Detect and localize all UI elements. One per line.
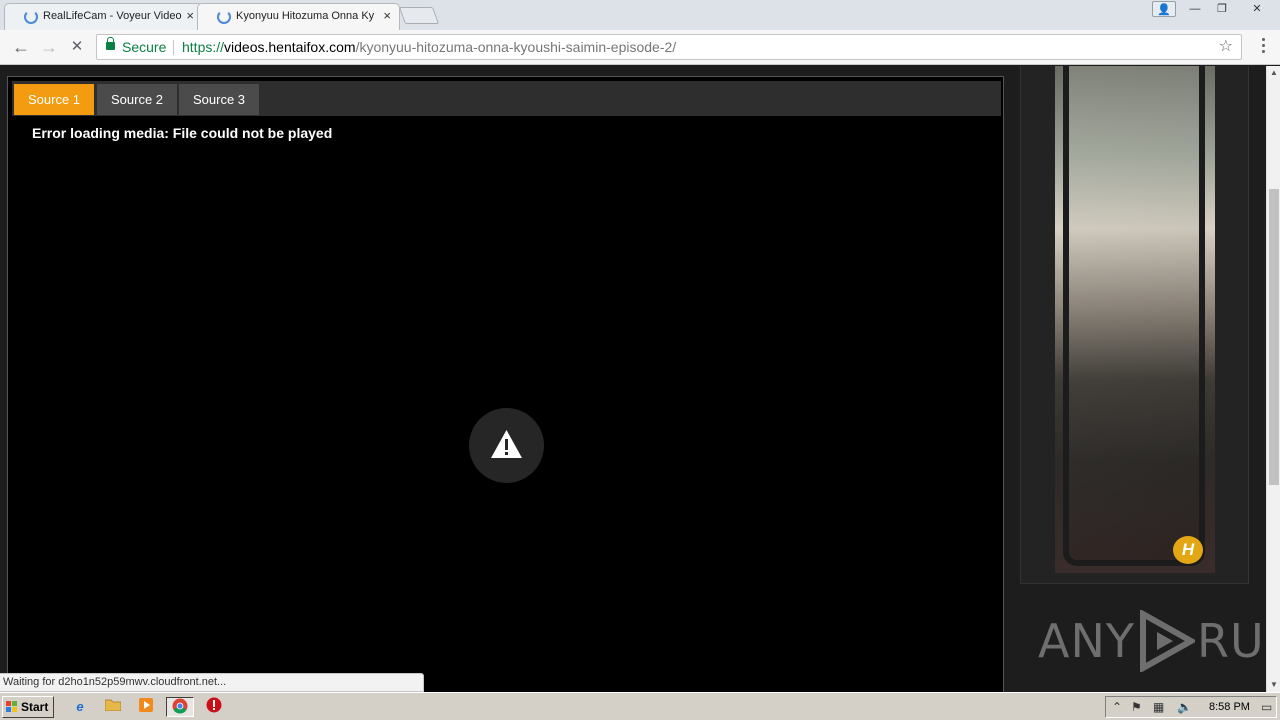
source-tab-bar: Source 1 Source 2 Source 3: [12, 81, 1001, 116]
new-tab-button[interactable]: [398, 7, 440, 24]
page-scrollbar[interactable]: ▲ ▼: [1266, 66, 1280, 692]
show-hidden-icons-icon[interactable]: ⌃: [1112, 700, 1122, 714]
sidebar-advertisement[interactable]: H: [1020, 66, 1249, 584]
browser-tab-strip: RealLifeCam - Voyeur Video × Kyonyuu Hit…: [0, 0, 1280, 30]
opera-icon[interactable]: [203, 697, 225, 717]
browser-toolbar: ← → ✕ Secure https://videos.hentaifox.co…: [0, 30, 1280, 65]
watermark-text-left: ANY: [1038, 614, 1135, 668]
windows-taskbar: Start e ⌃ ⚑ ▦ 🔈 8:58 PM ▭: [0, 692, 1280, 720]
url-path: /kyonyuu-hitozuma-onna-kyoushi-saimin-ep…: [355, 39, 677, 55]
ad-illustration: [1063, 66, 1205, 566]
status-bubble: Waiting for d2ho1n52p59mwv.cloudfront.ne…: [0, 673, 424, 692]
ad-banner-image[interactable]: H: [1055, 66, 1215, 573]
loading-spinner-icon: [217, 10, 231, 24]
close-window-icon[interactable]: ✕: [1238, 1, 1276, 17]
tab-source-2[interactable]: Source 2: [97, 84, 178, 115]
browser-tab-reallifecam[interactable]: RealLifeCam - Voyeur Video ×: [4, 3, 203, 30]
loading-spinner-icon: [24, 10, 38, 24]
volume-icon[interactable]: 🔈: [1177, 700, 1192, 714]
media-error-message: Error loading media: File could not be p…: [32, 125, 333, 141]
show-desktop-icon[interactable]: ▭: [1261, 700, 1272, 714]
tab-source-3[interactable]: Source 3: [179, 84, 260, 115]
warning-triangle-icon: [491, 430, 522, 458]
forward-arrow-icon[interactable]: →: [38, 36, 60, 58]
scroll-down-icon[interactable]: ▼: [1267, 678, 1280, 692]
start-button[interactable]: Start: [2, 696, 54, 718]
chrome-menu-icon[interactable]: [1262, 38, 1266, 56]
tab-source-1[interactable]: Source 1: [14, 84, 95, 115]
action-center-flag-icon[interactable]: ⚑: [1131, 700, 1142, 714]
lock-icon: [106, 37, 115, 50]
tab-title: RealLifeCam - Voyeur Video: [43, 10, 182, 22]
start-label: Start: [21, 700, 49, 714]
scrollbar-thumb[interactable]: [1269, 189, 1279, 485]
url-host: videos.hentaifox.com: [224, 39, 356, 55]
error-indicator: [469, 408, 544, 483]
watermark-text-right: RUN: [1196, 614, 1266, 668]
media-player-icon[interactable]: [135, 697, 157, 717]
stop-loading-icon[interactable]: ✕: [66, 36, 88, 58]
play-logo-icon: [1139, 608, 1198, 674]
back-arrow-icon[interactable]: ←: [10, 36, 32, 58]
tab-close-icon[interactable]: ×: [383, 4, 391, 28]
video-viewport[interactable]: Error loading media: File could not be p…: [12, 116, 1001, 692]
anyrun-watermark: ANY RUN: [1038, 608, 1266, 674]
internet-explorer-icon[interactable]: e: [69, 697, 91, 717]
tab-close-icon[interactable]: ×: [186, 4, 194, 28]
url-scheme: https://: [182, 39, 225, 55]
network-icon[interactable]: ▦: [1153, 700, 1164, 714]
windows-logo-icon: [6, 701, 18, 713]
secure-label: Secure: [122, 39, 167, 55]
address-bar[interactable]: Secure https://videos.hentaifox.com/kyon…: [96, 34, 1242, 60]
ad-logo: H: [1173, 536, 1203, 564]
scroll-up-icon[interactable]: ▲: [1267, 66, 1280, 80]
minimize-icon[interactable]: —: [1182, 1, 1208, 17]
system-tray: ⌃ ⚑ ▦ 🔈 8:58 PM ▭: [1105, 696, 1277, 718]
url-text[interactable]: https://videos.hentaifox.com/kyonyuu-hit…: [182, 35, 676, 59]
chrome-taskbar-icon[interactable]: [166, 697, 194, 717]
user-profile-icon[interactable]: 👤: [1152, 1, 1176, 17]
web-page: Source 1 Source 2 Source 3 Error loading…: [0, 66, 1266, 692]
taskbar-clock[interactable]: 8:58 PM: [1209, 697, 1250, 717]
tab-title: Kyonyuu Hitozuma Onna Ky: [236, 10, 375, 22]
browser-tab-kyonyuu[interactable]: Kyonyuu Hitozuma Onna Ky ×: [197, 3, 400, 30]
video-player: Source 1 Source 2 Source 3 Error loading…: [7, 76, 1004, 692]
folder-icon[interactable]: [102, 697, 124, 717]
omnibox-divider: [173, 40, 174, 55]
restore-icon[interactable]: ❐: [1209, 1, 1235, 17]
bookmark-star-icon[interactable]: ☆: [1219, 35, 1233, 59]
